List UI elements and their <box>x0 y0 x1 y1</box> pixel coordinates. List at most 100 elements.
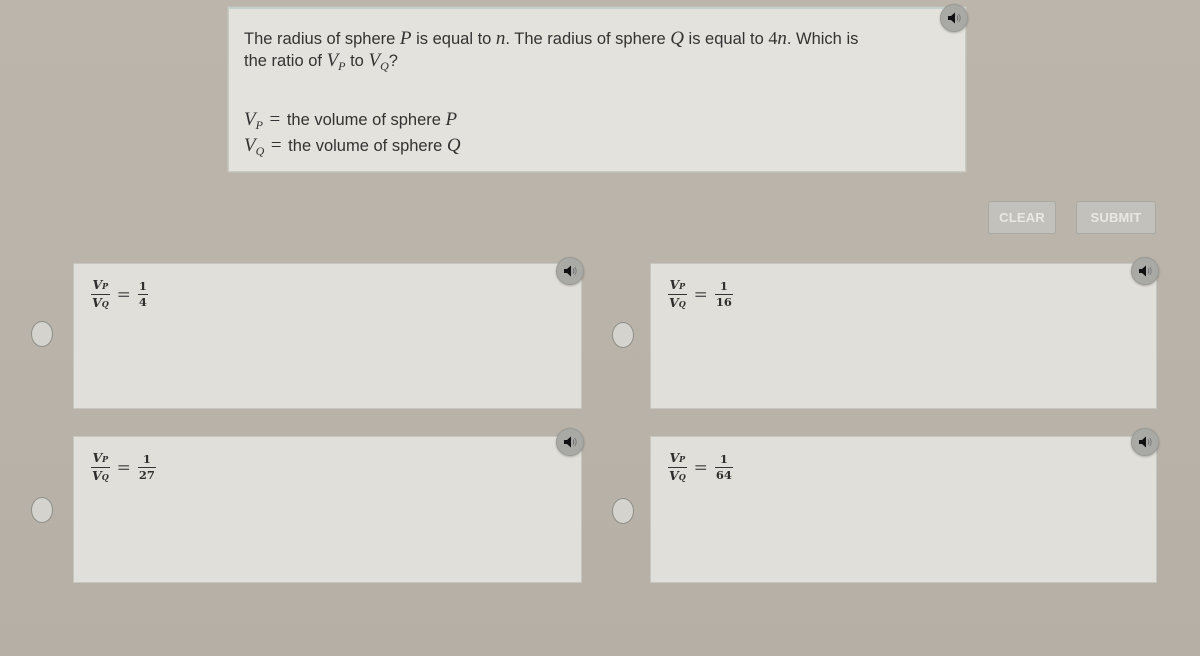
math-subscript: P <box>255 118 263 132</box>
definition-text: the volume of sphere <box>282 111 446 129</box>
math-var-v: V <box>92 468 102 483</box>
choice-3-audio-button[interactable] <box>556 428 584 456</box>
fraction-vp-over-vq: VP VQ <box>668 451 687 484</box>
fraction-vp-over-vq: VP VQ <box>91 278 110 311</box>
math-var-v: V <box>669 468 679 483</box>
denominator: 16 <box>715 295 732 309</box>
answer-choice-2[interactable]: VP VQ = 1 16 <box>650 263 1157 409</box>
choice-radio-1[interactable] <box>31 321 53 347</box>
speaker-icon <box>1139 436 1152 448</box>
math-subscript: Q <box>380 59 389 73</box>
choice-equation: VP VQ = 1 4 <box>91 278 148 311</box>
math-var-v: V <box>92 277 103 292</box>
numerator: 1 <box>719 452 728 466</box>
math-number: 4 <box>768 28 778 48</box>
denominator: VQ <box>91 296 110 311</box>
equals-sign: = <box>269 109 281 130</box>
question-text-segment: . The radius of sphere <box>505 30 671 48</box>
question-audio-button[interactable] <box>940 4 968 32</box>
definition-vq: VQ = the volume of sphere Q <box>244 135 461 159</box>
equals-sign: = <box>116 457 131 478</box>
math-var-v: V <box>244 109 256 130</box>
choice-radio-3[interactable] <box>31 497 53 523</box>
question-text-segment: ? <box>388 52 398 70</box>
math-var-n: n <box>777 28 787 49</box>
fraction-value: 1 4 <box>137 279 148 309</box>
question-line-1: The radius of sphere P is equal to n. Th… <box>244 28 944 50</box>
math-subscript: P <box>102 454 109 464</box>
fraction-vp-over-vq: VP VQ <box>668 278 687 311</box>
question-line-2: the ratio of VP to VQ? <box>244 50 944 77</box>
math-var-q: Q <box>446 135 461 156</box>
math-subscript: P <box>102 281 109 291</box>
choice-2-audio-button[interactable] <box>1131 257 1159 285</box>
choice-radio-4[interactable] <box>612 498 634 524</box>
math-var-v: V <box>669 295 679 310</box>
math-subscript: P <box>679 454 686 464</box>
answer-choice-1[interactable]: VP VQ = 1 4 <box>73 263 582 409</box>
speaker-icon <box>564 436 577 448</box>
math-var-v: V <box>368 50 381 71</box>
question-text-segment: is equal to <box>411 30 496 48</box>
clear-button[interactable]: CLEAR <box>988 201 1056 234</box>
equals-sign: = <box>693 284 708 305</box>
numerator: 1 <box>719 279 728 293</box>
denominator: 27 <box>138 468 155 482</box>
question-text-segment: The radius of sphere <box>244 30 400 48</box>
fraction-value: 1 16 <box>714 279 733 309</box>
math-var-v: V <box>92 295 102 310</box>
choice-equation: VP VQ = 1 64 <box>668 451 733 484</box>
speaker-icon <box>564 265 577 277</box>
equals-sign: = <box>270 135 282 156</box>
math-var-v: V <box>244 135 256 156</box>
denominator: VQ <box>668 296 687 311</box>
choice-1-audio-button[interactable] <box>556 257 584 285</box>
math-subscript: P <box>679 281 686 291</box>
numerator: 1 <box>142 452 151 466</box>
question-text-segment: to <box>345 52 369 70</box>
numerator: VP <box>668 278 686 293</box>
denominator: 64 <box>715 468 732 482</box>
numerator: VP <box>91 278 109 293</box>
question-text-segment: is equal to <box>683 30 769 48</box>
question-text: The radius of sphere P is equal to n. Th… <box>244 28 944 77</box>
question-text-segment: . Which is <box>786 30 859 48</box>
math-subscript: Q <box>255 144 265 158</box>
math-var-v: V <box>669 450 680 465</box>
math-subscript: Q <box>678 472 686 482</box>
choice-equation: VP VQ = 1 16 <box>668 278 733 311</box>
speaker-icon <box>1139 265 1152 277</box>
fraction-value: 1 64 <box>714 452 733 482</box>
math-var-v: V <box>669 277 680 292</box>
equals-sign: = <box>116 284 131 305</box>
fraction-vp-over-vq: VP VQ <box>91 451 110 484</box>
question-panel: The radius of sphere P is equal to n. Th… <box>228 7 966 172</box>
math-subscript: Q <box>101 472 109 482</box>
definition-text: the volume of sphere <box>283 137 447 155</box>
math-subscript: Q <box>101 299 109 309</box>
numerator: 1 <box>138 279 147 293</box>
answer-choice-4[interactable]: VP VQ = 1 64 <box>650 436 1157 583</box>
math-var-p: P <box>399 28 412 49</box>
choice-equation: VP VQ = 1 27 <box>91 451 156 484</box>
fraction-value: 1 27 <box>137 452 156 482</box>
math-var-q: Q <box>670 28 684 49</box>
math-var-p: P <box>445 109 458 130</box>
submit-button[interactable]: SUBMIT <box>1076 201 1156 234</box>
numerator: VP <box>668 451 686 466</box>
math-subscript: P <box>338 59 346 73</box>
choice-4-audio-button[interactable] <box>1131 428 1159 456</box>
speaker-icon <box>948 12 961 24</box>
denominator: VQ <box>91 469 110 484</box>
answer-choice-3[interactable]: VP VQ = 1 27 <box>73 436 582 583</box>
numerator: VP <box>91 451 109 466</box>
definition-vp: VP = the volume of sphere P <box>244 109 457 133</box>
math-var-v: V <box>326 50 339 71</box>
denominator: VQ <box>668 469 687 484</box>
math-var-v: V <box>92 450 103 465</box>
equals-sign: = <box>693 457 708 478</box>
question-text-segment: the ratio of <box>244 52 327 70</box>
denominator: 4 <box>138 295 147 309</box>
choice-radio-2[interactable] <box>612 322 634 348</box>
math-var-n: n <box>495 28 506 49</box>
